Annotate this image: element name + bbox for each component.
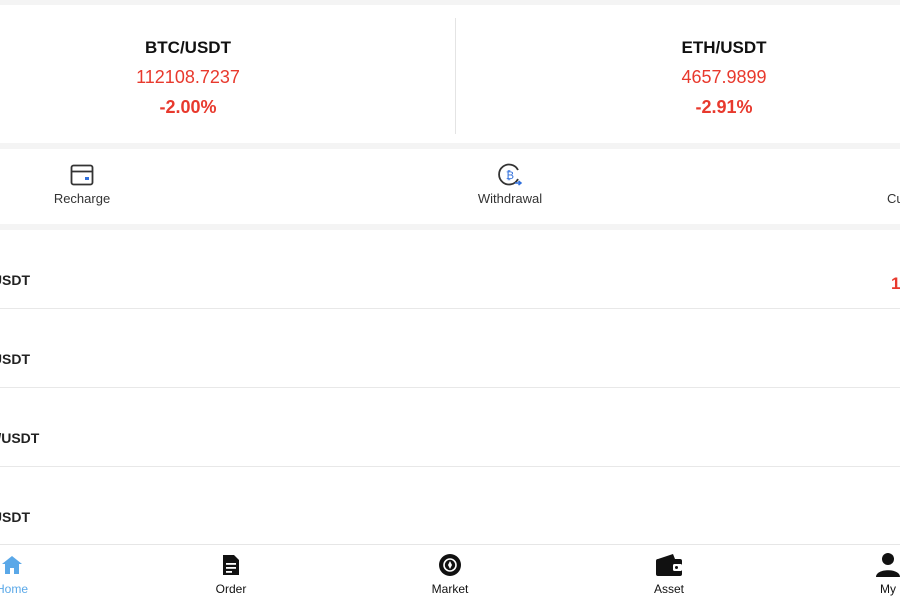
nav-my[interactable]: My: [843, 545, 900, 601]
pair-symbol: /USDT: [0, 272, 30, 288]
list-item[interactable]: /USDT: [0, 309, 900, 388]
ticker-change: -2.91%: [695, 97, 753, 117]
pair-symbol: /USDT: [0, 351, 30, 367]
quick-actions: Recharge ₿ Withdrawal Cu: [0, 149, 900, 224]
bitcoin-withdraw-icon: ₿: [498, 163, 523, 186]
user-icon: [876, 553, 900, 577]
bottom-nav: Home Order Market Asset My: [0, 544, 900, 601]
svg-text:₿: ₿: [506, 169, 514, 182]
ticker-price: 112108.7237: [136, 67, 240, 87]
ticker-divider: [455, 18, 456, 134]
list-item[interactable]: E/USDT: [0, 388, 900, 467]
action-label: Recharge: [53, 191, 111, 206]
home-icon: [2, 556, 22, 574]
list-item[interactable]: /USDT: [0, 467, 900, 544]
market-list: /USDT 11 /USDT E/USDT /USDT: [0, 230, 900, 544]
nav-order[interactable]: Order: [186, 545, 276, 601]
nav-market[interactable]: Market: [405, 545, 495, 601]
ticker-price: 4657.9899: [681, 67, 767, 87]
nav-label: Order: [215, 582, 247, 596]
ticker-change: -2.00%: [159, 97, 217, 117]
action-label: Cu: [887, 191, 900, 206]
nav-home[interactable]: Home: [0, 545, 57, 601]
nav-label: Home: [0, 582, 28, 596]
list-item[interactable]: /USDT 11: [0, 230, 900, 309]
pair-price: 11: [891, 274, 900, 293]
nav-label: Asset: [653, 582, 684, 596]
withdrawal-button[interactable]: ₿ Withdrawal: [440, 149, 580, 224]
more-action-button[interactable]: Cu: [872, 149, 900, 224]
pair-symbol: E/USDT: [0, 430, 40, 446]
recharge-button[interactable]: Recharge: [12, 149, 152, 224]
ticker-btc[interactable]: BTC/USDT 112108.7237 -2.00%: [0, 5, 376, 143]
market-icon: [439, 554, 461, 576]
nav-label: Market: [431, 582, 469, 596]
nav-asset[interactable]: Asset: [624, 545, 714, 601]
nav-label: My: [880, 582, 896, 596]
ticker-eth[interactable]: ETH/USDT 4657.9899 -2.91%: [546, 5, 900, 143]
ticker-pair: ETH/USDT: [681, 38, 767, 57]
action-label: Withdrawal: [477, 191, 543, 206]
ticker-panel: BTC/USDT 112108.7237 -2.00% ETH/USDT 465…: [0, 5, 900, 143]
pair-symbol: /USDT: [0, 509, 30, 525]
ticker-pair: BTC/USDT: [145, 38, 231, 57]
wallet-icon: [656, 554, 682, 576]
document-icon: [223, 555, 239, 575]
card-icon: [70, 164, 94, 186]
